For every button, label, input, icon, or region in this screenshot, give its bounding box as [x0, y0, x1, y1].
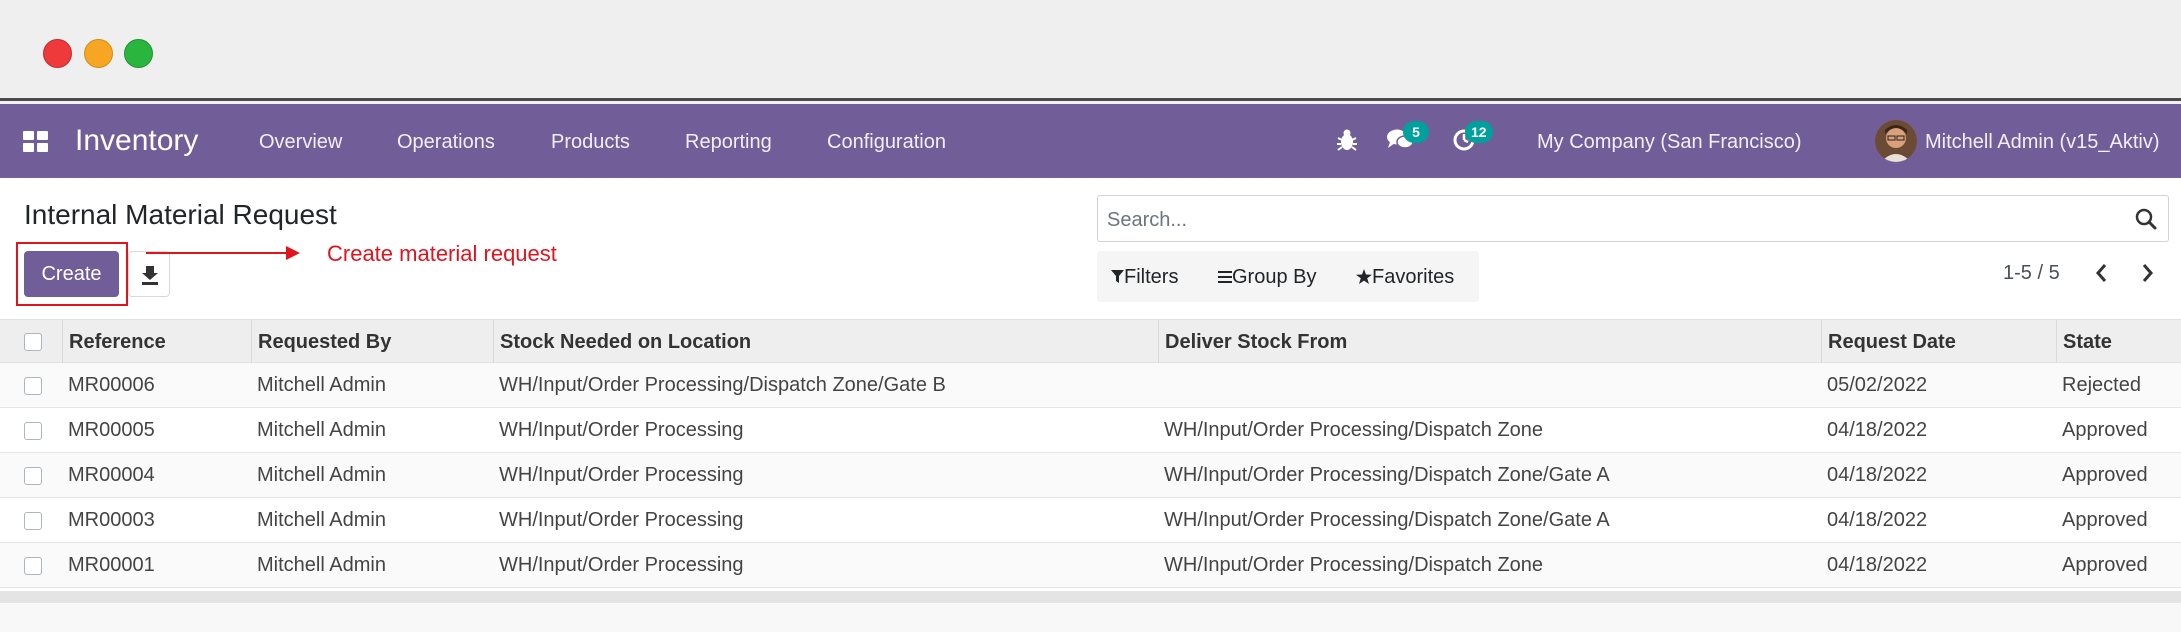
cell-reference: MR00005	[68, 419, 155, 441]
control-panel: Internal Material Request Create Create …	[0, 178, 2181, 319]
filters-button[interactable]: Filters	[1111, 266, 1178, 289]
search-input[interactable]: Search...	[1097, 195, 2169, 242]
cell-reference: MR00003	[68, 509, 155, 531]
create-highlight-box	[16, 242, 128, 306]
menu-configuration[interactable]: Configuration	[827, 131, 946, 154]
table-row[interactable]: MR00005 Mitchell Admin WH/Input/Order Pr…	[0, 408, 2181, 453]
row-checkbox[interactable]	[24, 557, 42, 575]
top-navbar: Inventory Overview Operations Products R…	[0, 104, 2181, 178]
pager-previous-button[interactable]	[2089, 259, 2115, 287]
group-by-button[interactable]: Group By	[1218, 266, 1316, 289]
table-row[interactable]: MR00003 Mitchell Admin WH/Input/Order Pr…	[0, 498, 2181, 543]
apps-grid-icon[interactable]	[23, 131, 49, 153]
cell-state: Rejected	[2062, 374, 2141, 396]
cell-requested-by: Mitchell Admin	[257, 554, 386, 576]
cell-state: Approved	[2062, 554, 2148, 576]
cell-deliver-from: WH/Input/Order Processing/Dispatch Zone	[1164, 419, 1544, 441]
chevron-left-icon	[2096, 264, 2107, 282]
annotation-text: Create material request	[327, 241, 557, 266]
page-title: Internal Material Request	[24, 199, 337, 230]
chevron-right-icon	[2142, 264, 2153, 282]
cell-state: Approved	[2062, 464, 2148, 486]
favorites-button[interactable]: Favorites	[1356, 266, 1454, 289]
column-header-requested-by[interactable]: Requested By	[258, 331, 391, 354]
export-download-button[interactable]	[128, 251, 170, 297]
annotation-arrow-head	[286, 246, 300, 260]
table-row[interactable]: MR00001 Mitchell Admin WH/Input/Order Pr…	[0, 543, 2181, 588]
list-view-table: Reference Requested By Stock Needed on L…	[0, 319, 2181, 591]
search-icon[interactable]	[2134, 207, 2158, 236]
cell-state: Approved	[2062, 509, 2148, 531]
row-checkbox[interactable]	[24, 422, 42, 440]
company-switcher[interactable]: My Company (San Francisco)	[1537, 131, 1802, 154]
cell-reference: MR00001	[68, 554, 155, 576]
cell-request-date: 04/18/2022	[1827, 464, 1928, 486]
cell-deliver-from: WH/Input/Order Processing/Dispatch Zone/…	[1164, 509, 1610, 531]
star-icon	[1356, 269, 1372, 284]
table-row[interactable]: MR00006 Mitchell Admin WH/Input/Order Pr…	[0, 363, 2181, 408]
window-close-button[interactable]	[43, 39, 72, 68]
select-all-checkbox[interactable]	[24, 333, 42, 351]
cell-stock-needed: WH/Input/Order Processing	[499, 419, 744, 441]
page-bottom	[0, 603, 2181, 632]
search-options-bar: Filters Group By Favorites	[1097, 251, 1479, 302]
menu-reporting[interactable]: Reporting	[685, 131, 772, 154]
menu-overview[interactable]: Overview	[259, 131, 342, 154]
app-brand[interactable]: Inventory	[75, 124, 198, 158]
window-maximize-button[interactable]	[124, 39, 153, 68]
cell-stock-needed: WH/Input/Order Processing	[499, 554, 744, 576]
cell-deliver-from: WH/Input/Order Processing/Dispatch Zone/…	[1164, 464, 1610, 486]
group-by-label: Group By	[1232, 266, 1317, 288]
cell-deliver-from: WH/Input/Order Processing/Dispatch Zone	[1164, 554, 1544, 576]
cell-reference: MR00004	[68, 464, 155, 486]
table-row[interactable]: MR00004 Mitchell Admin WH/Input/Order Pr…	[0, 453, 2181, 498]
cell-request-date: 05/02/2022	[1827, 374, 1928, 396]
filters-label: Filters	[1124, 266, 1179, 288]
messages-count-badge: 5	[1403, 121, 1429, 143]
pager-next-button[interactable]	[2134, 259, 2160, 287]
cell-requested-by: Mitchell Admin	[257, 464, 386, 486]
table-footer	[0, 591, 2181, 603]
column-header-request-date[interactable]: Request Date	[1828, 331, 1956, 354]
window-minimize-button[interactable]	[84, 39, 113, 68]
debug-bug-icon[interactable]	[1336, 128, 1358, 157]
cell-stock-needed: WH/Input/Order Processing	[499, 464, 744, 486]
bars-icon	[1218, 271, 1232, 283]
user-avatar[interactable]	[1875, 120, 1917, 162]
cell-reference: MR00006	[68, 374, 155, 396]
activities-count-badge: 12	[1465, 121, 1493, 143]
menu-products[interactable]: Products	[551, 131, 630, 154]
menu-operations[interactable]: Operations	[397, 131, 495, 154]
favorites-label: Favorites	[1372, 266, 1455, 288]
cell-stock-needed: WH/Input/Order Processing/Dispatch Zone/…	[499, 374, 946, 396]
filter-icon	[1111, 270, 1124, 283]
column-header-stock-needed[interactable]: Stock Needed on Location	[500, 331, 751, 354]
table-header: Reference Requested By Stock Needed on L…	[0, 319, 2181, 364]
cell-request-date: 04/18/2022	[1827, 419, 1928, 441]
cell-requested-by: Mitchell Admin	[257, 509, 386, 531]
annotation-arrow	[146, 252, 286, 254]
column-header-deliver-from[interactable]: Deliver Stock From	[1165, 331, 1347, 354]
pager-value[interactable]: 1-5 / 5	[2003, 262, 2060, 285]
column-header-reference[interactable]: Reference	[69, 331, 166, 354]
row-checkbox[interactable]	[24, 467, 42, 485]
cell-request-date: 04/18/2022	[1827, 554, 1928, 576]
row-checkbox[interactable]	[24, 512, 42, 530]
cell-state: Approved	[2062, 419, 2148, 441]
cell-stock-needed: WH/Input/Order Processing	[499, 509, 744, 531]
column-header-state[interactable]: State	[2063, 331, 2112, 354]
search-placeholder: Search...	[1107, 209, 1188, 231]
user-menu[interactable]: Mitchell Admin (v15_Aktiv)	[1925, 131, 2160, 154]
browser-chrome	[0, 0, 2181, 101]
cell-requested-by: Mitchell Admin	[257, 374, 386, 396]
cell-requested-by: Mitchell Admin	[257, 419, 386, 441]
cell-request-date: 04/18/2022	[1827, 509, 1928, 531]
row-checkbox[interactable]	[24, 377, 42, 395]
